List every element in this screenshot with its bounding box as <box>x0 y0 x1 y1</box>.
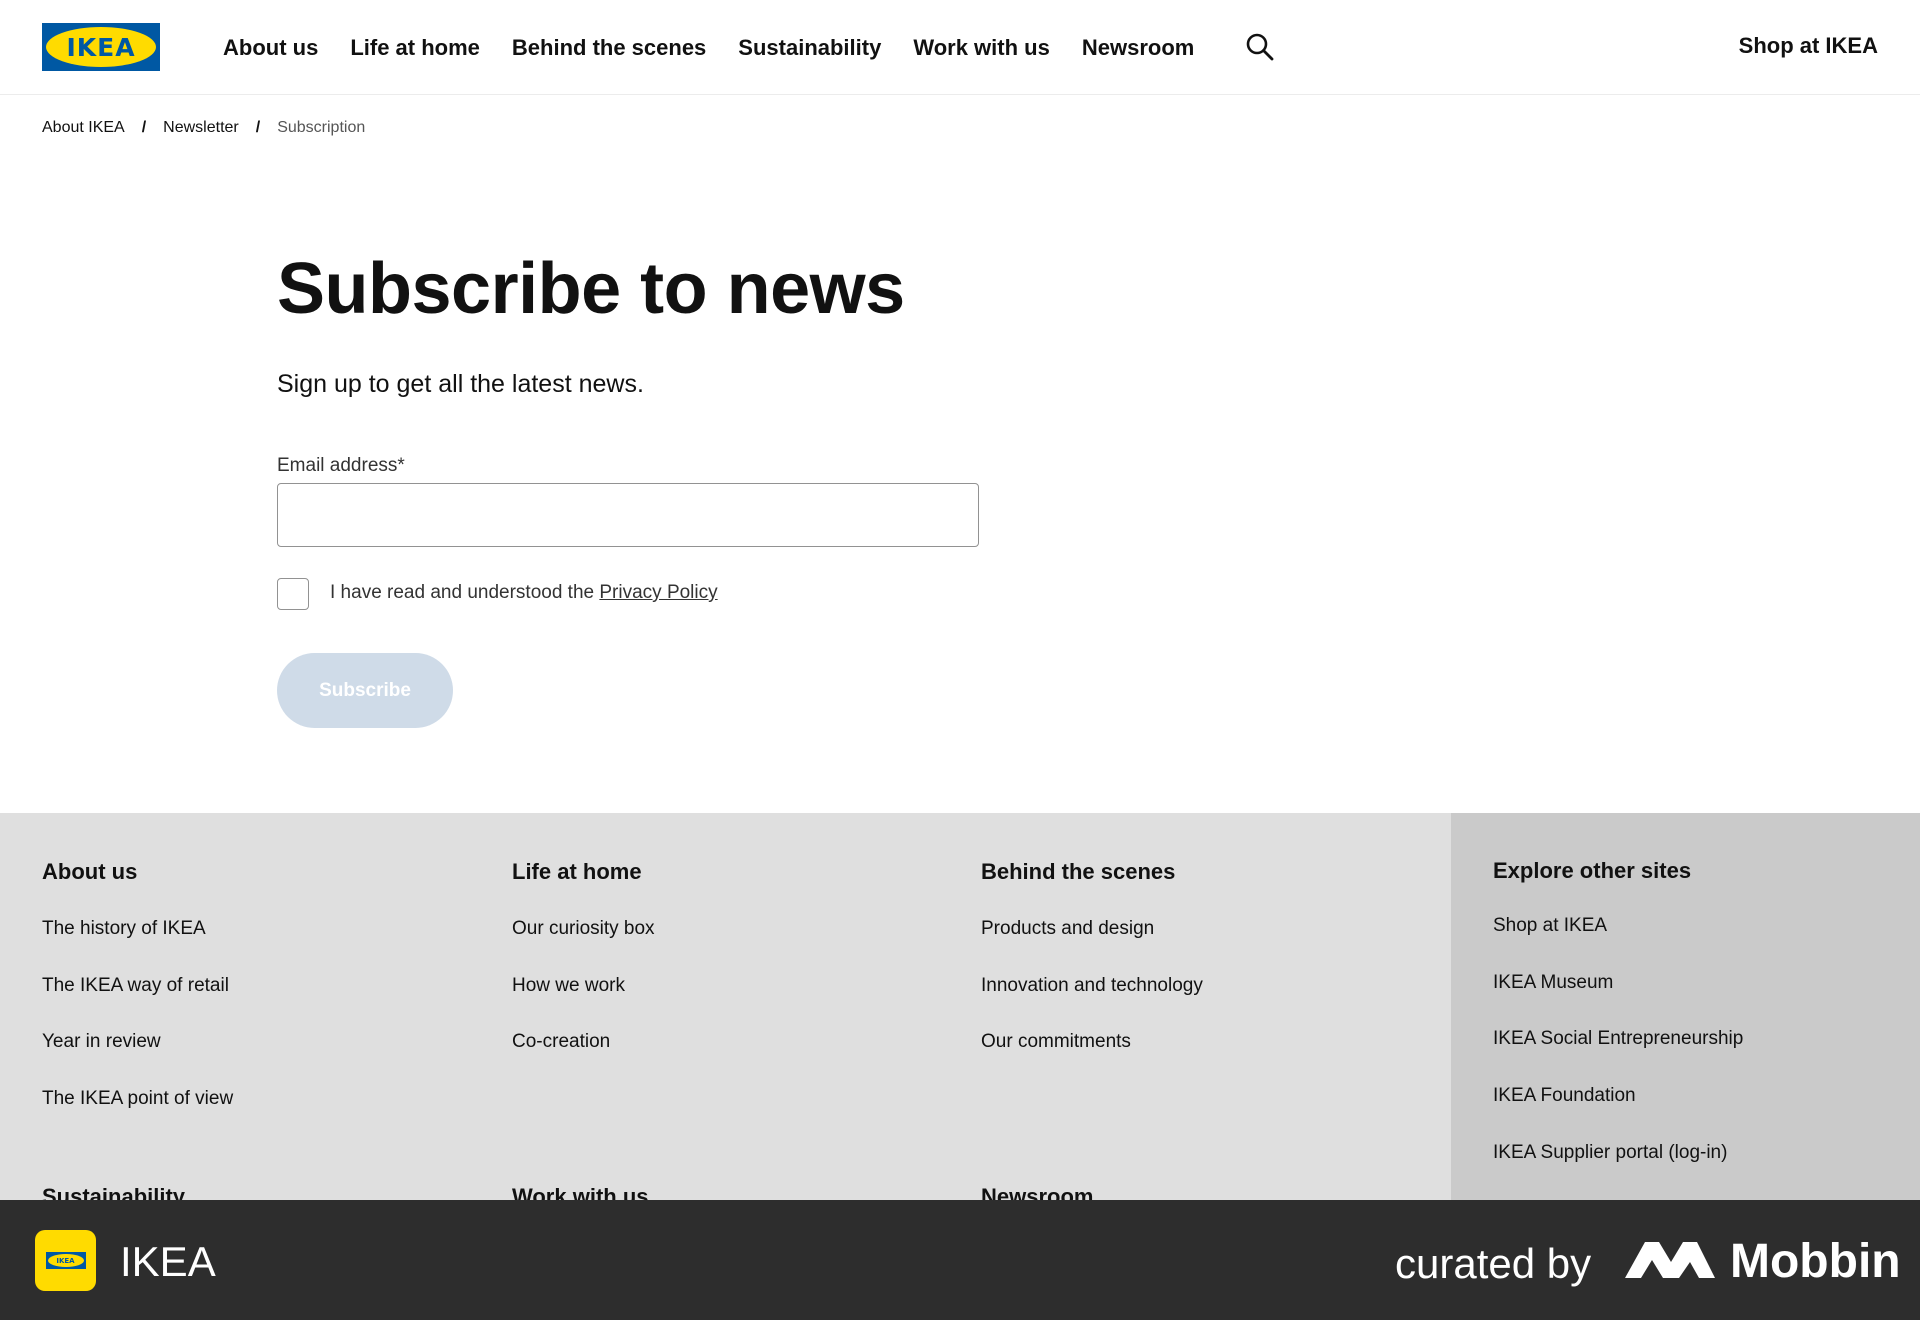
site-footer: About us The history of IKEA The IKEA wa… <box>0 813 1920 1200</box>
footer-link[interactable]: Innovation and technology <box>981 975 1203 997</box>
privacy-checkbox-label: I have read and understood the Privacy P… <box>330 582 718 604</box>
explore-other-sites-panel: Explore other sites Shop at IKEA IKEA Mu… <box>1451 813 1920 1200</box>
nav-behind-the-scenes[interactable]: Behind the scenes <box>512 35 706 61</box>
footer-link[interactable]: Year in review <box>42 1031 161 1053</box>
privacy-text: I have read and understood the <box>330 582 600 603</box>
footer-link[interactable]: How we work <box>512 975 625 997</box>
footer-link[interactable]: Products and design <box>981 918 1154 940</box>
footer-link[interactable]: Our commitments <box>981 1031 1131 1053</box>
explore-link[interactable]: IKEA Museum <box>1493 972 1613 994</box>
footer-heading-about-us[interactable]: About us <box>42 859 137 885</box>
page-title: Subscribe to news <box>277 249 905 329</box>
footer-link[interactable]: The history of IKEA <box>42 918 206 940</box>
email-label: Email address* <box>277 455 405 476</box>
logo-oval: IKEA <box>46 27 156 67</box>
ikea-app-icon: IKEA <box>35 1230 96 1291</box>
breadcrumb-subscription: Subscription <box>277 119 366 136</box>
breadcrumb-newsletter[interactable]: Newsletter <box>163 119 239 137</box>
footer-link[interactable]: The IKEA way of retail <box>42 975 229 997</box>
footer-link[interactable]: Our curiosity box <box>512 918 655 940</box>
nav-about-us[interactable]: About us <box>223 35 318 61</box>
nav-newsroom[interactable]: Newsroom <box>1082 35 1194 61</box>
brand-bar: IKEA IKEA curated by Mobbin <box>0 1200 1920 1320</box>
breadcrumb-about-ikea[interactable]: About IKEA <box>42 119 125 137</box>
explore-link[interactable]: Shop at IKEA <box>1493 915 1607 937</box>
email-field[interactable] <box>277 483 979 547</box>
footer-heading-work-with-us[interactable]: Work with us <box>512 1184 649 1200</box>
footer-link[interactable]: The IKEA point of view <box>42 1088 233 1110</box>
explore-link[interactable]: IKEA Supplier portal (log-in) <box>1493 1142 1727 1164</box>
footer-heading-behind-the-scenes[interactable]: Behind the scenes <box>981 859 1175 885</box>
footer-heading-life-at-home[interactable]: Life at home <box>512 859 642 885</box>
subscribe-button[interactable]: Subscribe <box>277 653 453 728</box>
search-icon <box>1246 33 1274 61</box>
breadcrumb: About IKEA / Newsletter / Subscription <box>42 119 365 137</box>
nav-work-with-us[interactable]: Work with us <box>913 35 1050 61</box>
page-lead: Sign up to get all the latest news. <box>277 370 644 398</box>
search-button[interactable] <box>1245 32 1275 62</box>
privacy-checkbox[interactable] <box>277 578 309 610</box>
breadcrumb-separator: / <box>141 119 147 136</box>
nav-sustainability[interactable]: Sustainability <box>738 35 881 61</box>
footer-heading-newsroom[interactable]: Newsroom <box>981 1184 1093 1200</box>
shop-at-ikea-link[interactable]: Shop at IKEA <box>1739 33 1878 59</box>
breadcrumb-separator: / <box>255 119 261 136</box>
app-icon-oval: IKEA <box>47 1254 84 1267</box>
app-name: IKEA <box>120 1238 216 1285</box>
footer-link[interactable]: Co-creation <box>512 1031 610 1053</box>
site-header: IKEA About us Life at home Behind the sc… <box>0 0 1920 95</box>
privacy-policy-link[interactable]: Privacy Policy <box>599 582 717 603</box>
app-icon-flag: IKEA <box>45 1252 86 1269</box>
explore-link[interactable]: IKEA Foundation <box>1493 1085 1636 1107</box>
nav-life-at-home[interactable]: Life at home <box>350 35 480 61</box>
main-nav: About us Life at home Behind the scenes … <box>223 0 1226 95</box>
curated-by-text: curated by <box>1395 1240 1592 1287</box>
explore-link[interactable]: IKEA Social Entrepreneurship <box>1493 1028 1743 1050</box>
footer-heading-sustainability[interactable]: Sustainability <box>42 1184 185 1200</box>
ikea-logo[interactable]: IKEA <box>42 23 160 71</box>
mobbin-logo-icon <box>1625 1242 1715 1278</box>
logo-text: IKEA <box>66 32 136 62</box>
mobbin-wordmark: Mobbin <box>1730 1235 1901 1288</box>
explore-heading: Explore other sites <box>1493 858 1692 883</box>
